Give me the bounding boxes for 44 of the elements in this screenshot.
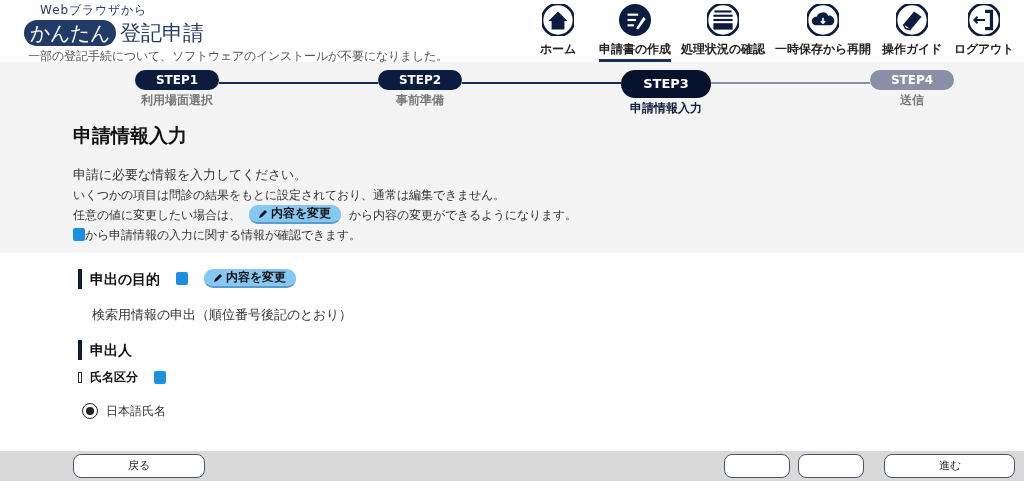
home-icon [542,4,574,36]
nav-item[interactable]: 一時保存から再開 [770,4,876,62]
step-caption: 事前準備 [396,92,444,109]
intro-text: 申請に必要な情報を入力してください。 [73,166,308,184]
next-button[interactable]: 進む [884,454,1015,478]
back-button[interactable]: 戻る [73,454,205,478]
section-heading: 申出の目的 [78,268,160,289]
logo-text: 登記申請 [120,20,204,46]
step-caption: 申請情報入力 [630,99,702,117]
step-badge: STEP3 [621,70,711,98]
step-caption: 利用場面選択 [141,92,213,109]
blank-button[interactable] [724,454,790,478]
document-pencil-icon [619,4,651,36]
step-badge: STEP4 [870,70,954,90]
page-title: 申請情報入力 [73,122,188,148]
intro-text: いくつかの項目は問診の結果をもとに設定されており、通常は編集できません。 [73,186,506,204]
logo-text: かんたん [24,20,116,46]
nav-item[interactable]: 操作ガイド [876,4,948,62]
logout-icon [968,4,1000,36]
pencil-icon [259,209,267,218]
pencil-icon [214,273,222,282]
section-heading: 申出人 [78,340,1024,360]
nav-item[interactable]: 申請書の作成 [594,4,676,62]
step-caption: 送信 [900,92,924,109]
change-button[interactable]: 内容を変更 [204,269,297,288]
nav-item[interactable]: ログアウト [948,4,1020,62]
logo-tagline: Webブラウザから [40,4,149,16]
step-badge: STEP1 [135,70,219,90]
nav-item[interactable]: ホーム [522,4,594,62]
field-label: 氏名区分 [90,369,138,386]
inbox-tray-icon [707,4,739,36]
book-icon [896,4,928,36]
logo-subtitle: 一部の登記手続について、ソフトウェアのインストールが不要になりました。 [28,50,448,64]
change-button[interactable]: 内容を変更 [249,205,342,224]
intro-text: 任意の値に変更したい場合は、 [73,206,241,224]
nav-item[interactable]: 処理状況の確認 [676,4,770,62]
step-badge: STEP2 [378,70,462,90]
field-value: 検索用情報の申出（順位番号後記のとおり） [91,305,353,324]
intro-text: から内容の変更ができるようになります。 [349,206,578,224]
marker-icon [78,371,82,383]
blank-button[interactable] [798,454,864,478]
intro-text: から申請情報の入力に関する情報が確認できます。 [85,226,361,244]
cloud-download-icon [807,4,839,36]
radio-label: 日本語氏名 [106,403,166,420]
